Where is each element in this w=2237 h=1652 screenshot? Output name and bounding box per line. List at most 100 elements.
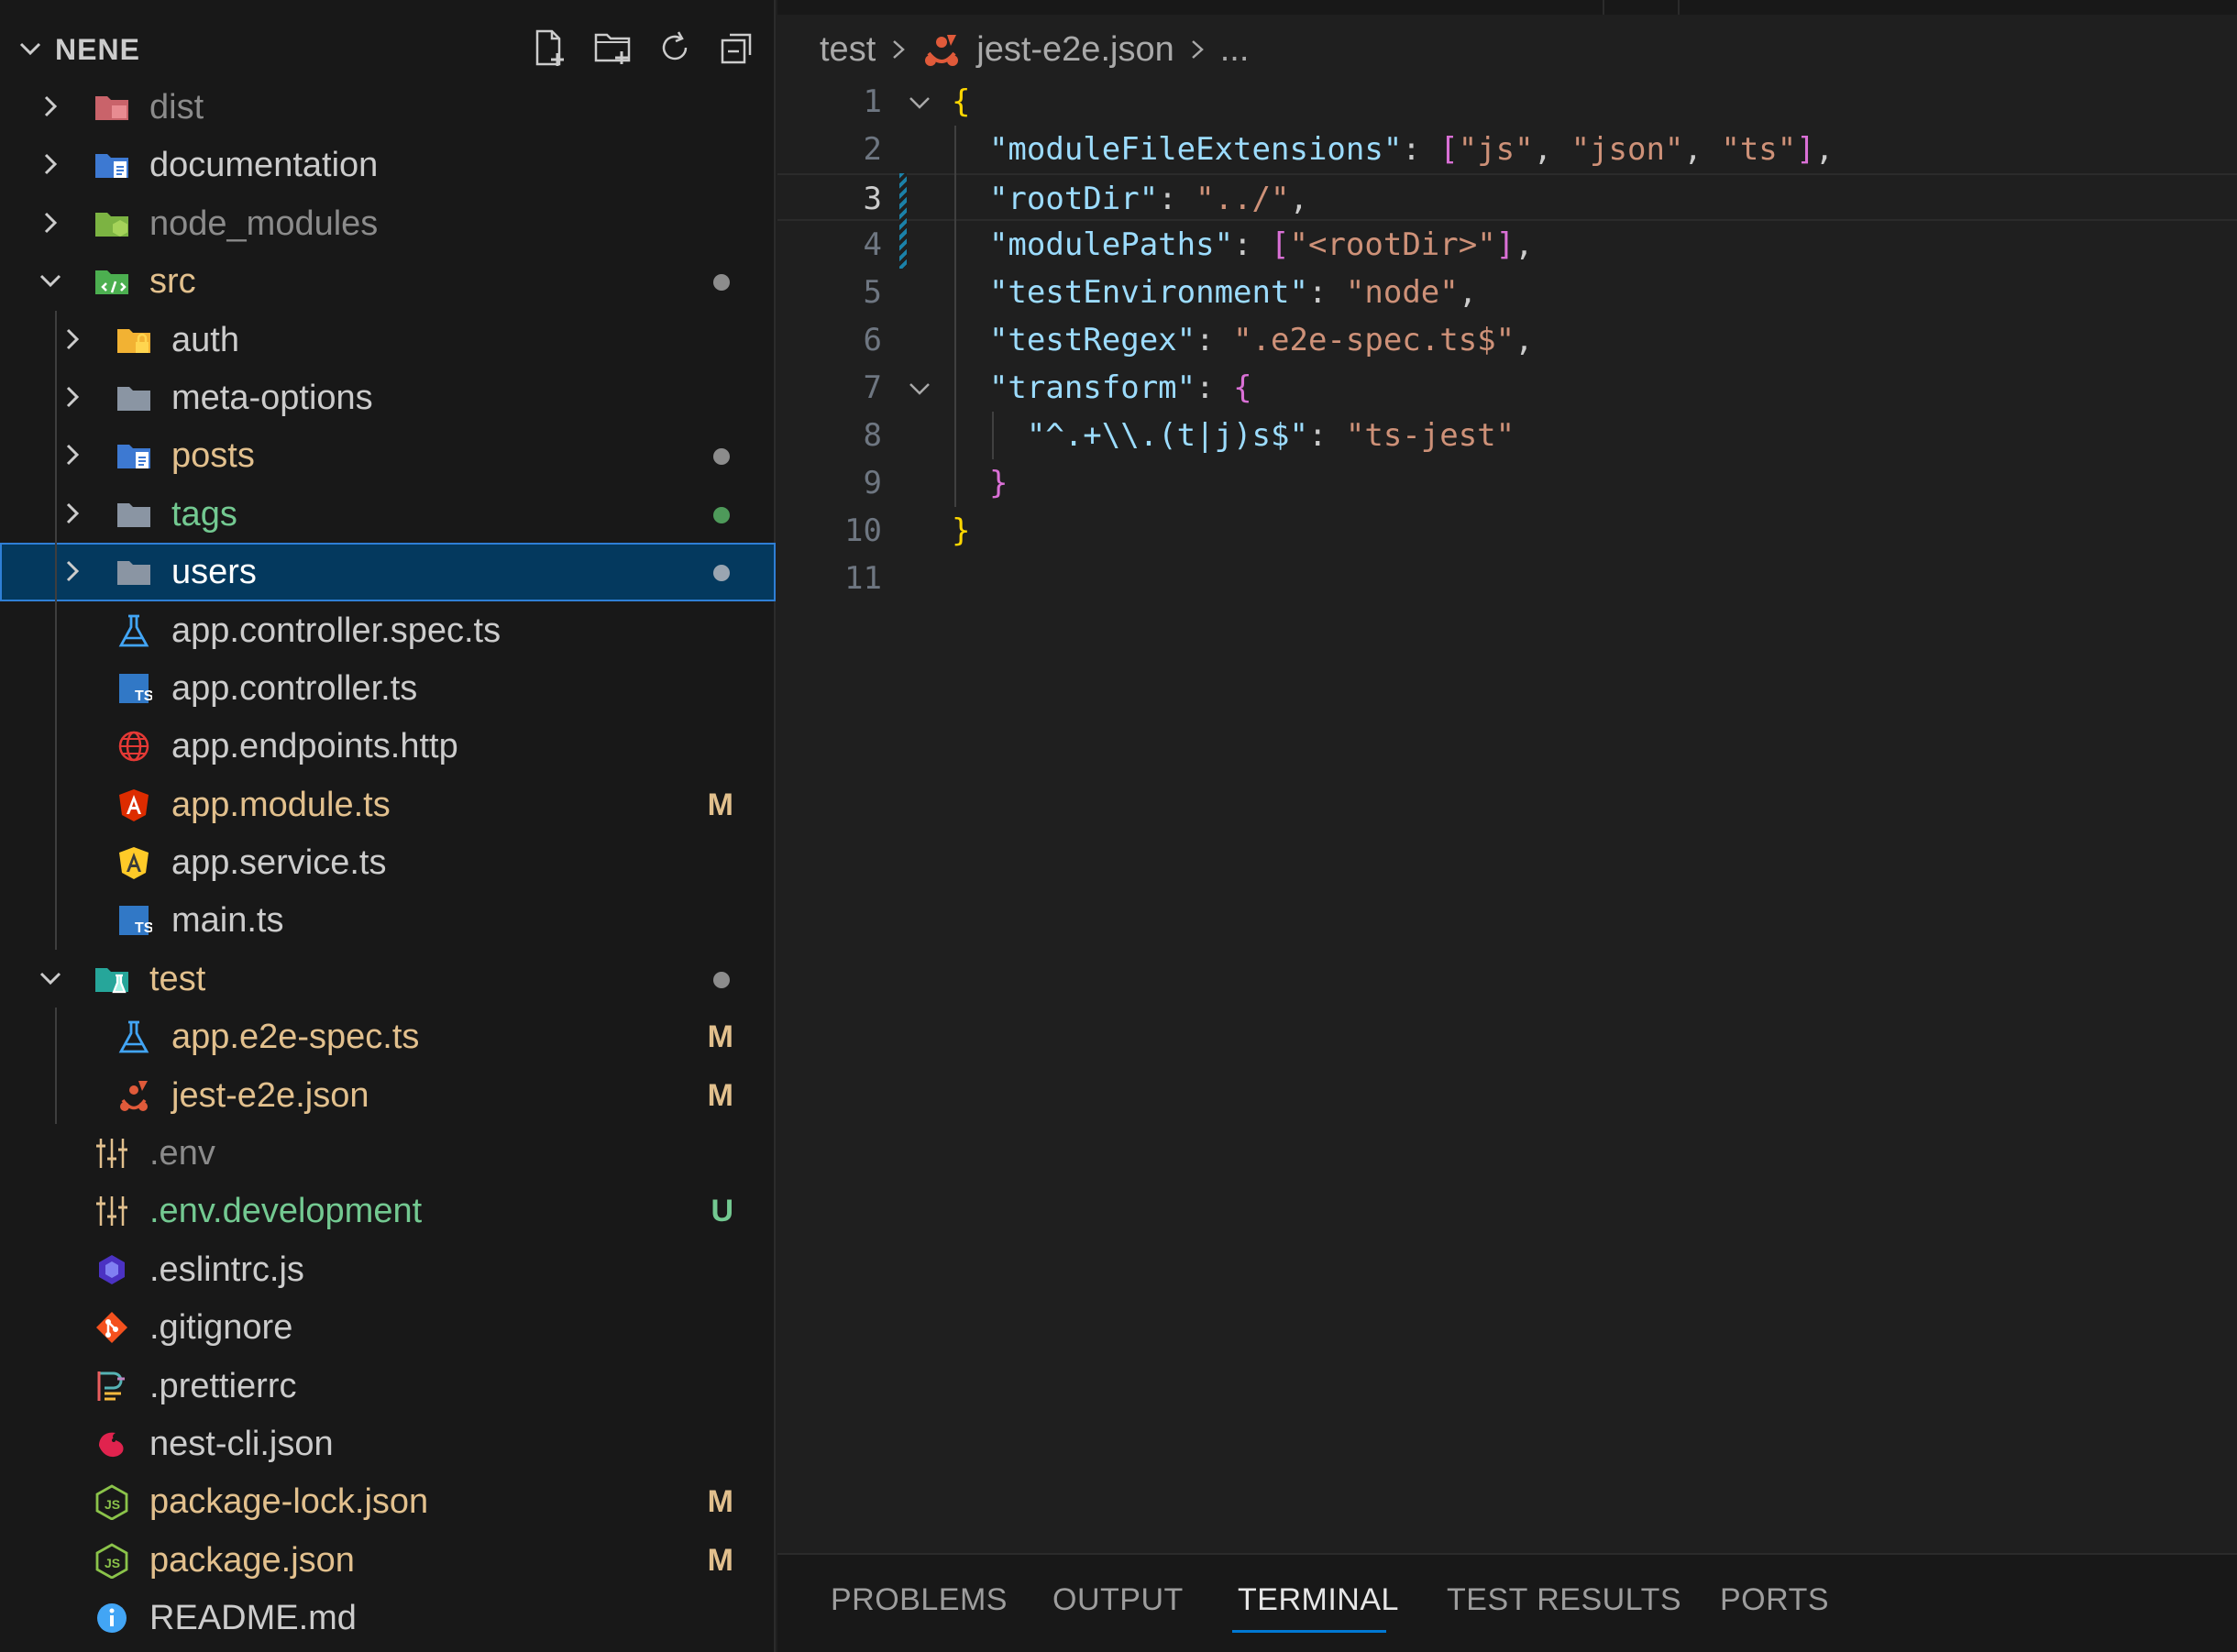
chevron-right-icon[interactable] — [59, 557, 86, 585]
file-item[interactable]: app.service.ts — [0, 833, 776, 891]
chevron-right-icon[interactable] — [37, 209, 64, 237]
folder-item[interactable]: documentation — [0, 136, 776, 193]
code-line[interactable]: 6 "testRegex": ".e2e-spec.ts$", — [777, 316, 2237, 364]
explorer-header[interactable]: NENE — [0, 20, 776, 77]
line-number: 2 — [863, 131, 882, 168]
folder-item[interactable]: tags — [0, 485, 776, 543]
tree-item-label: package-lock.json — [149, 1482, 429, 1522]
code-line[interactable]: 9 } — [777, 459, 2237, 507]
typescript-icon: TS — [119, 906, 152, 936]
line-number: 5 — [863, 274, 882, 311]
line-number: 4 — [863, 226, 882, 263]
folder-item[interactable]: dist — [0, 78, 776, 136]
folder-icon — [117, 561, 150, 586]
code-token: "../" — [1196, 181, 1290, 217]
chevron-right-icon[interactable] — [59, 441, 86, 468]
chevron-right-icon[interactable] — [59, 383, 86, 411]
tree-item-label: auth — [171, 320, 239, 359]
code-line[interactable]: 1{ — [777, 78, 2237, 126]
file-item[interactable]: TS app.controller.ts — [0, 659, 776, 717]
code-line[interactable]: 7 "transform": { — [777, 364, 2237, 412]
chevron-right-icon — [1191, 40, 1204, 59]
folder-item[interactable]: auth — [0, 311, 776, 369]
new-folder-icon[interactable] — [592, 28, 633, 68]
code-line[interactable]: 11 — [777, 555, 2237, 602]
breadcrumb-more[interactable]: ... — [1220, 30, 1250, 70]
code-text: "testRegex": ".e2e-spec.ts$", — [952, 322, 1534, 358]
chevron-right-icon[interactable] — [37, 150, 64, 178]
panel-tab-test-results[interactable]: TEST RESULTS — [1447, 1582, 1681, 1618]
code-line[interactable]: 3 "rootDir": "../", — [777, 173, 2237, 221]
code-line[interactable]: 2 "moduleFileExtensions": ["js", "json",… — [777, 126, 2237, 173]
code-token: "ts-jest" — [1345, 417, 1515, 454]
git-status-dot — [713, 506, 730, 523]
panel-tab-output[interactable]: OUTPUT — [1052, 1582, 1184, 1618]
breadcrumb-file[interactable]: jest-e2e.json — [976, 30, 1174, 70]
file-item[interactable]: app.module.ts M — [0, 776, 776, 833]
collapse-all-icon[interactable] — [717, 28, 757, 68]
code-text: "rootDir": "../", — [952, 181, 1308, 217]
folder-item[interactable]: meta-options — [0, 369, 776, 426]
new-file-icon[interactable] — [530, 28, 570, 68]
chevron-right-icon[interactable] — [37, 93, 64, 120]
file-item[interactable]: JS package.json M — [0, 1531, 776, 1589]
file-item[interactable]: .prettierrc — [0, 1357, 776, 1415]
folder-item[interactable]: test — [0, 950, 776, 1008]
fold-chevron-icon[interactable] — [906, 89, 933, 116]
file-item[interactable]: app.e2e-spec.ts M — [0, 1008, 776, 1065]
tree-item-label: main.ts — [171, 901, 284, 941]
code-line[interactable]: 4 "modulePaths": ["<rootDir>"], — [777, 221, 2237, 269]
file-item[interactable]: app.controller.spec.ts — [0, 601, 776, 659]
panel-tab-terminal[interactable]: TERMINAL — [1238, 1582, 1399, 1618]
bottom-panel: PROBLEMS OUTPUT TERMINAL TEST RESULTS PORTS — [777, 1553, 2237, 1652]
tree-item-label: app.service.ts — [171, 843, 387, 883]
code-line[interactable]: 5 "testEnvironment": "node", — [777, 269, 2237, 316]
line-number: 8 — [863, 417, 882, 454]
file-item[interactable]: README.md — [0, 1589, 776, 1646]
breadcrumb-folder[interactable]: test — [820, 30, 876, 70]
file-tree: dist documentation node_modules src auth meta… — [0, 78, 776, 1647]
refresh-icon[interactable] — [655, 28, 695, 68]
folder-item[interactable]: src — [0, 252, 776, 310]
tree-item-label: .prettierrc — [149, 1366, 297, 1405]
chevron-right-icon[interactable] — [59, 500, 86, 527]
fold-chevron-icon[interactable] — [906, 375, 933, 402]
code-text: "moduleFileExtensions": ["js", "json", "… — [952, 131, 1834, 168]
file-item[interactable]: .gitignore — [0, 1298, 776, 1356]
tree-item-label: dist — [149, 88, 204, 127]
code-line[interactable]: 8 "^.+\\.(t|j)s$": "ts-jest" — [777, 412, 2237, 459]
file-item[interactable]: .eslintrc.js — [0, 1240, 776, 1298]
tree-item-label: app.e2e-spec.ts — [171, 1018, 420, 1057]
code-text: "modulePaths": ["<rootDir>"], — [952, 226, 1534, 263]
panel-tab-problems[interactable]: PROBLEMS — [831, 1582, 1008, 1618]
file-item[interactable]: app.endpoints.http — [0, 717, 776, 775]
code-line[interactable]: 10} — [777, 507, 2237, 555]
chevron-down-icon[interactable] — [37, 267, 64, 294]
folder-item[interactable]: node_modules — [0, 194, 776, 252]
code-editor[interactable]: 1{2 "moduleFileExtensions": ["js", "json… — [777, 78, 2237, 602]
panel-tab-ports[interactable]: PORTS — [1720, 1582, 1829, 1618]
folder-item[interactable]: users — [0, 543, 776, 601]
tree-item-label: jest-e2e.json — [171, 1075, 369, 1115]
chevron-down-icon[interactable] — [17, 35, 44, 62]
file-item[interactable]: .env — [0, 1124, 776, 1182]
dirty-diff-marker[interactable] — [899, 173, 907, 269]
file-item[interactable]: nest-cli.json — [0, 1415, 776, 1472]
file-item[interactable]: JS package-lock.json M — [0, 1472, 776, 1530]
file-item[interactable]: .env.development U — [0, 1182, 776, 1239]
folder-item[interactable]: posts — [0, 426, 776, 484]
svg-text:JS: JS — [105, 1497, 120, 1512]
chevron-down-icon[interactable] — [37, 964, 64, 992]
code-token: "rootDir" — [988, 181, 1159, 217]
svg-text:TS: TS — [135, 688, 152, 704]
chevron-right-icon[interactable] — [59, 325, 86, 353]
line-number: 11 — [844, 560, 882, 597]
git-status-dot — [713, 274, 730, 292]
file-item[interactable]: jest-e2e.json M — [0, 1066, 776, 1124]
file-item[interactable]: TS main.ts — [0, 891, 776, 949]
git-status-dot — [713, 565, 730, 582]
